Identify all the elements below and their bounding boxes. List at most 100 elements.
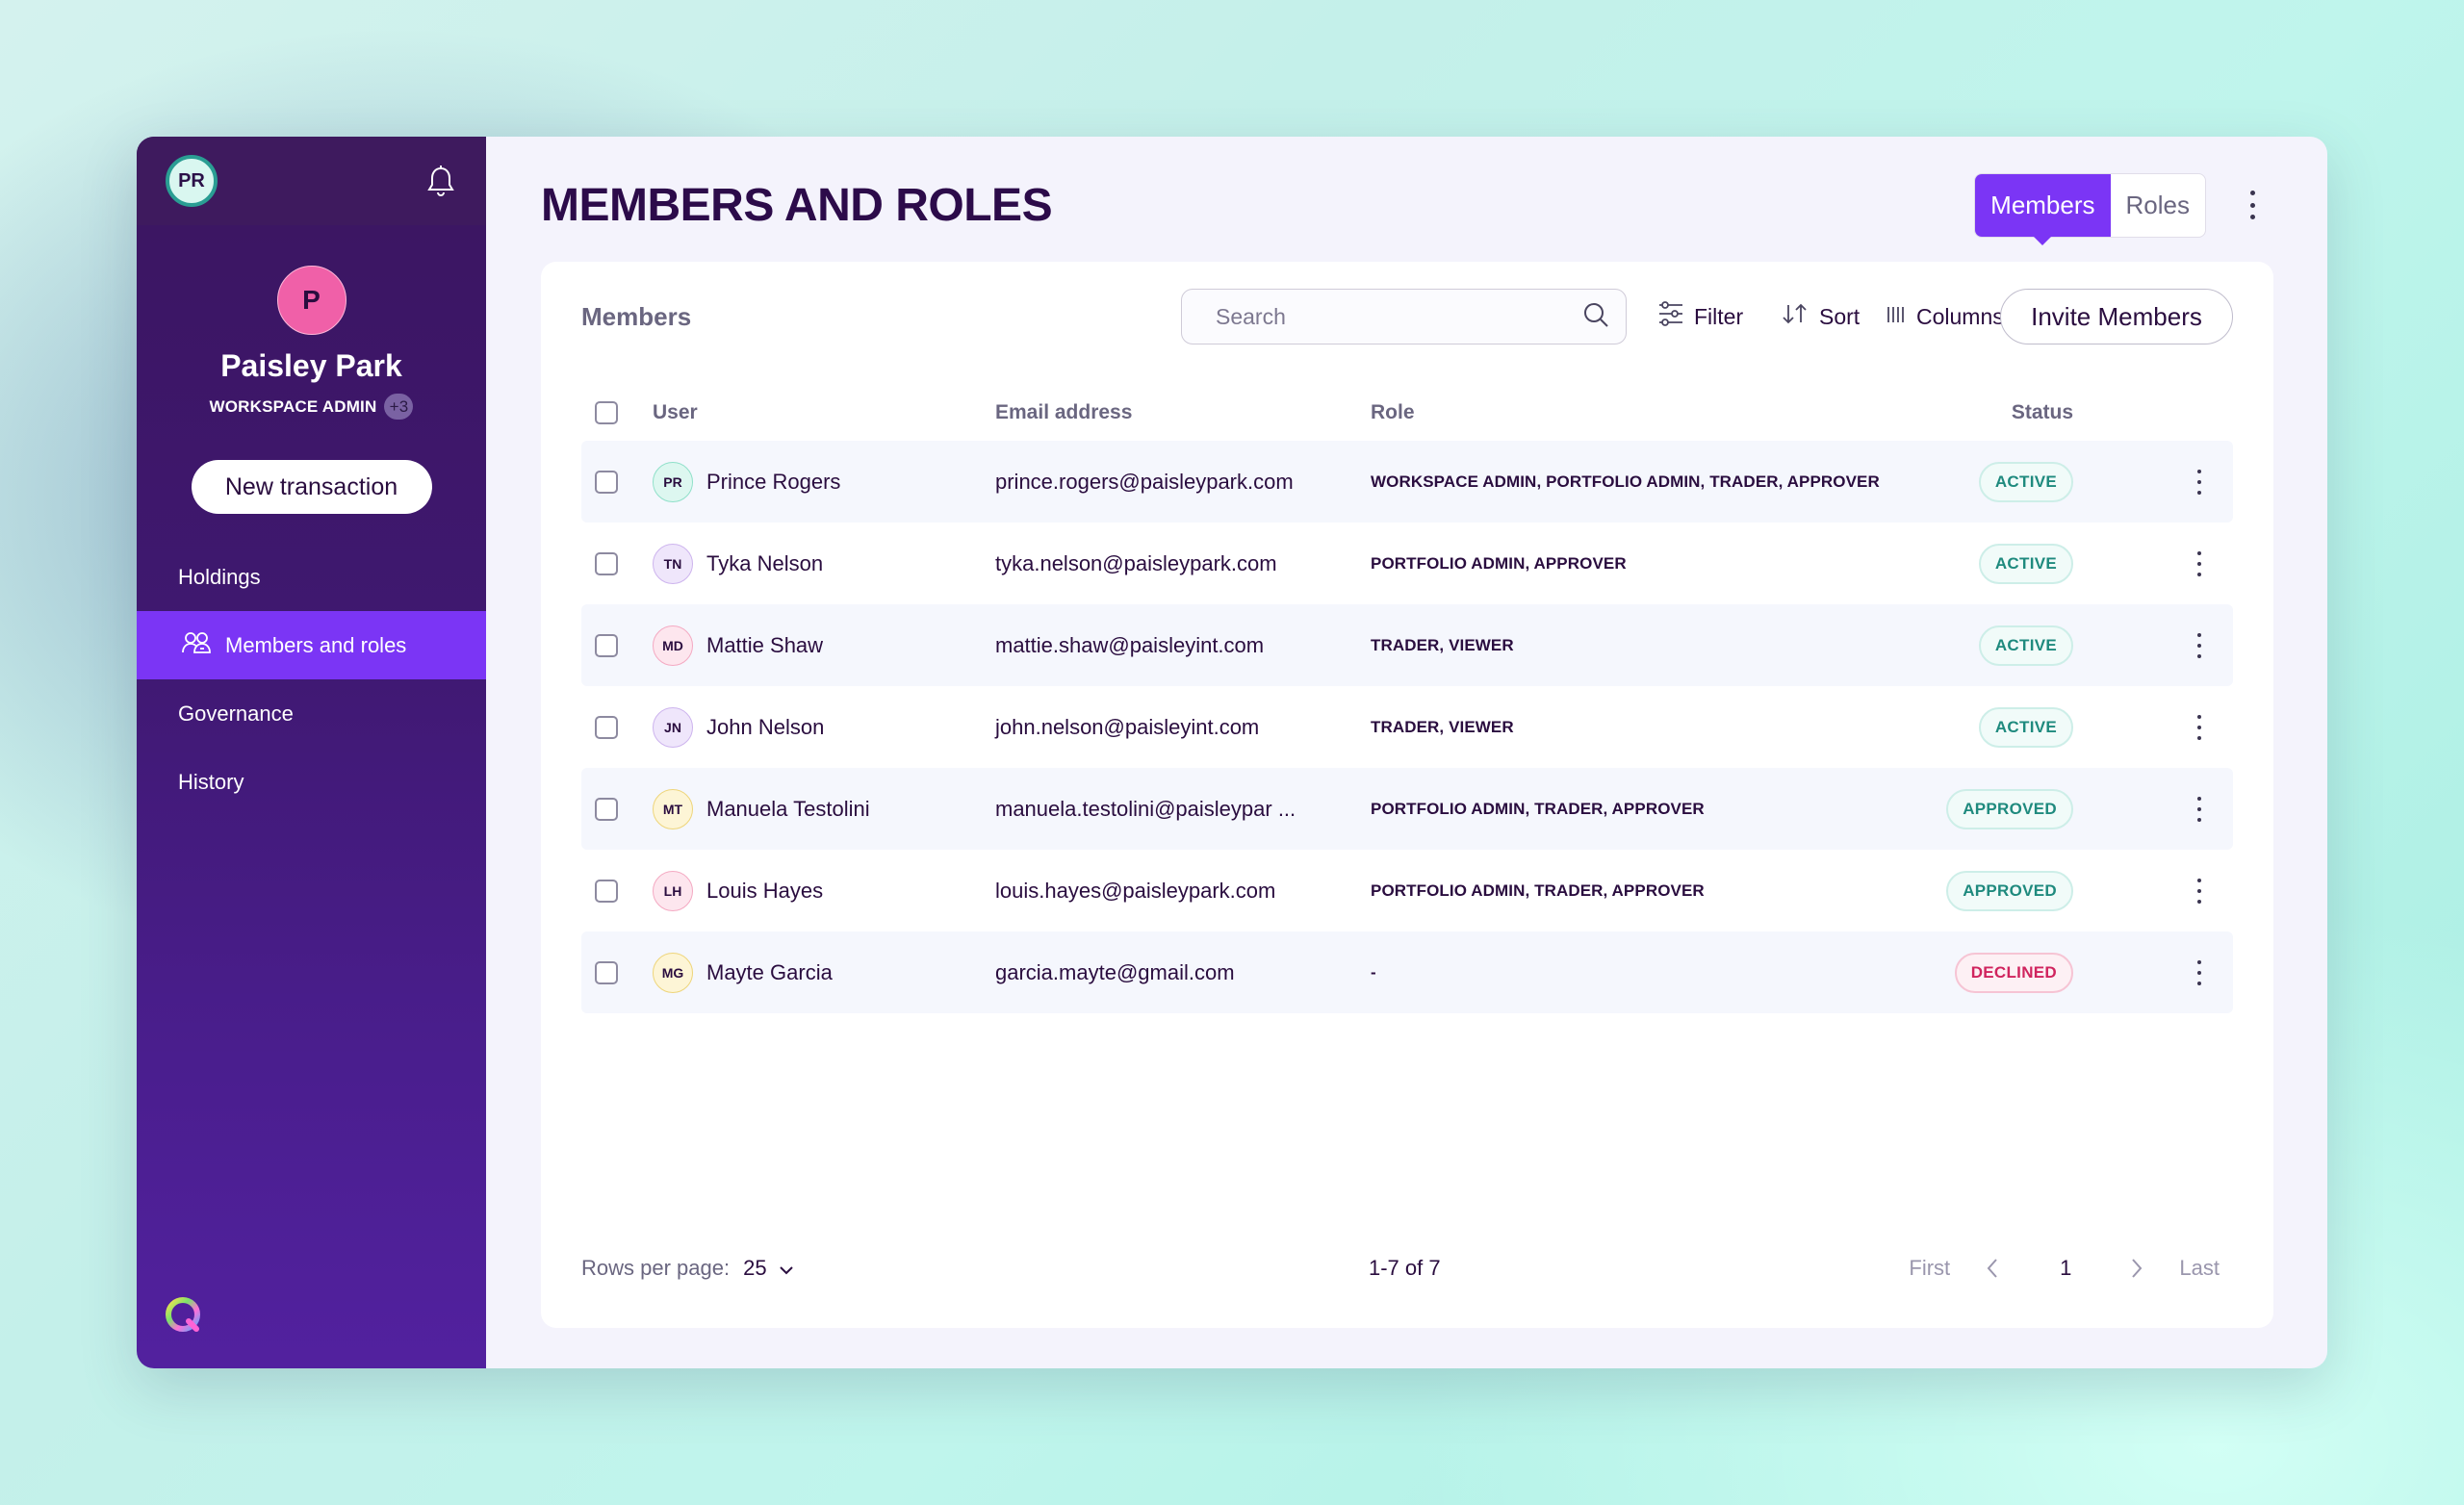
status-badge: ACTIVE xyxy=(1978,625,2073,666)
row-actions-icon[interactable] xyxy=(2194,714,2204,740)
filter-button[interactable]: Filter xyxy=(1657,289,1743,344)
user-cell: MD Mattie Shaw xyxy=(653,625,995,666)
sidebar-item-governance[interactable]: Governance xyxy=(137,679,486,748)
tab-roles[interactable]: Roles xyxy=(2111,174,2205,237)
email-cell: manuela.testolini@paisleypar ... xyxy=(995,796,1296,821)
sidebar-item-holdings[interactable]: Holdings xyxy=(137,543,486,611)
bell-icon[interactable] xyxy=(424,165,457,197)
sidebar-item-label: Governance xyxy=(178,701,294,726)
more-options-icon[interactable] xyxy=(2243,191,2262,219)
column-header-email[interactable]: Email address xyxy=(995,401,1371,424)
select-all-checkbox[interactable] xyxy=(595,401,618,424)
sidebar-item-label: Members and roles xyxy=(225,632,407,657)
column-header-status[interactable]: Status xyxy=(1910,401,2073,424)
column-header-role[interactable]: Role xyxy=(1371,401,1910,424)
card-title: Members xyxy=(581,301,692,331)
user-avatar: JN xyxy=(653,706,693,748)
column-header-user[interactable]: User xyxy=(653,401,995,424)
sliders-icon xyxy=(1657,301,1684,332)
app-window: PR P Paisley Park WORKSPACE ADMIN +3 New… xyxy=(137,137,2327,1368)
extra-roles-badge[interactable]: +3 xyxy=(384,394,414,420)
org-avatar: P xyxy=(276,266,346,335)
role-cell: - xyxy=(1371,962,1376,982)
user-avatar: PR xyxy=(653,461,693,502)
row-checkbox[interactable] xyxy=(595,633,618,657)
row-actions-icon[interactable] xyxy=(2194,959,2204,985)
email-cell: john.nelson@paisleyint.com xyxy=(995,714,1260,739)
row-actions-icon[interactable] xyxy=(2194,632,2204,658)
user-name: Louis Hayes xyxy=(706,878,824,903)
user-cell: TN Tyka Nelson xyxy=(653,543,995,584)
org-role-label: WORKSPACE ADMIN xyxy=(209,396,377,416)
new-transaction-button[interactable]: New transaction xyxy=(191,460,432,514)
user-cell: MT Manuela Testolini xyxy=(653,788,995,829)
filter-label: Filter xyxy=(1694,303,1744,329)
email-cell: prince.rogers@paisleypark.com xyxy=(995,469,1294,494)
row-checkbox[interactable] xyxy=(595,715,618,739)
table-row[interactable]: MG Mayte Garcia garcia.mayte@gmail.com - DEC… xyxy=(581,931,2233,1013)
role-cell: PORTFOLIO ADMIN, TRADER, APPROVER xyxy=(1371,799,1705,818)
user-avatar: MT xyxy=(653,788,693,829)
table-row[interactable]: LH Louis Hayes louis.hayes@paisleypark.com… xyxy=(581,850,2233,931)
row-actions-icon[interactable] xyxy=(2194,796,2204,822)
chevron-left-icon[interactable] xyxy=(1987,1258,1998,1279)
row-checkbox[interactable] xyxy=(595,797,618,821)
tab-members[interactable]: Members xyxy=(1975,174,2111,245)
email-cell: garcia.mayte@gmail.com xyxy=(995,959,1235,984)
table-row[interactable]: TN Tyka Nelson tyka.nelson@paisleypark.com… xyxy=(581,523,2233,604)
role-cell: TRADER, VIEWER xyxy=(1371,635,1514,654)
rows-per-page-label: Rows per page: xyxy=(581,1256,731,1280)
status-badge: ACTIVE xyxy=(1978,543,2073,584)
sidebar-item-members-and-roles[interactable]: Members and roles xyxy=(137,611,486,679)
user-name: Mattie Shaw xyxy=(706,632,824,657)
card-toolbar: Members Search Filter Sort Columns Invit… xyxy=(581,289,2233,344)
status-badge: ACTIVE xyxy=(1978,461,2073,502)
email-cell: louis.hayes@paisleypark.com xyxy=(995,878,1276,903)
email-cell: mattie.shaw@paisleyint.com xyxy=(995,632,1265,657)
sidebar-item-history[interactable]: History xyxy=(137,748,486,816)
columns-button[interactable]: Columns xyxy=(1886,289,2004,344)
sort-button[interactable]: Sort xyxy=(1781,289,1860,344)
search-icon[interactable] xyxy=(1581,300,1610,334)
user-cell: LH Louis Hayes xyxy=(653,870,995,911)
row-checkbox[interactable] xyxy=(595,551,618,575)
row-checkbox[interactable] xyxy=(595,879,618,903)
status-badge: APPROVED xyxy=(1946,870,2073,911)
rows-per-page-value: 25 xyxy=(743,1256,767,1280)
current-page[interactable]: 1 xyxy=(2060,1256,2071,1281)
sidebar: PR P Paisley Park WORKSPACE ADMIN +3 New… xyxy=(137,137,486,1368)
first-page-button[interactable]: First xyxy=(1909,1256,1950,1281)
user-name: Mayte Garcia xyxy=(706,959,833,984)
chevron-right-icon[interactable] xyxy=(2131,1258,2143,1279)
view-toggle: Members Roles xyxy=(1974,173,2206,245)
last-page-button[interactable]: Last xyxy=(2179,1256,2220,1281)
sort-label: Sort xyxy=(1819,303,1861,329)
row-actions-icon[interactable] xyxy=(2194,469,2204,495)
row-actions-icon[interactable] xyxy=(2194,550,2204,576)
sidebar-item-label: Holdings xyxy=(178,564,261,589)
status-badge: APPROVED xyxy=(1946,788,2073,829)
table-row[interactable]: PR Prince Rogers prince.rogers@paisleypark… xyxy=(581,441,2233,523)
sidebar-item-label: History xyxy=(178,769,244,794)
email-cell: tyka.nelson@paisleypark.com xyxy=(995,550,1277,575)
table-body: PR Prince Rogers prince.rogers@paisleypark… xyxy=(581,441,2233,1013)
table-row[interactable]: MD Mattie Shaw mattie.shaw@paisleyint.com T… xyxy=(581,604,2233,686)
user-avatar: MD xyxy=(653,625,693,666)
rows-per-page-select[interactable]: 25 xyxy=(743,1256,793,1281)
page-title: MEMBERS AND ROLES xyxy=(541,180,1053,231)
pagination-footer: Rows per page: 25 1-7 of 7 First 1 Last xyxy=(581,1249,2233,1288)
members-card: Members Search Filter Sort Columns Invit… xyxy=(541,262,2273,1328)
user-cell: JN John Nelson xyxy=(653,706,995,748)
search-input[interactable] xyxy=(1216,303,1581,330)
user-avatar[interactable]: PR xyxy=(166,155,218,207)
org-name: Paisley Park xyxy=(220,348,402,383)
row-checkbox[interactable] xyxy=(595,960,618,984)
row-checkbox[interactable] xyxy=(595,470,618,494)
org-role: WORKSPACE ADMIN +3 xyxy=(137,394,486,420)
invite-members-button[interactable]: Invite Members xyxy=(2000,289,2233,344)
table-row[interactable]: JN John Nelson john.nelson@paisleyint.com T… xyxy=(581,686,2233,768)
table-row[interactable]: MT Manuela Testolini manuela.testolini@pai… xyxy=(581,768,2233,850)
search-box xyxy=(1181,289,1627,344)
org-profile: P Paisley Park WORKSPACE ADMIN +3 New tr… xyxy=(137,225,486,514)
row-actions-icon[interactable] xyxy=(2194,878,2204,904)
